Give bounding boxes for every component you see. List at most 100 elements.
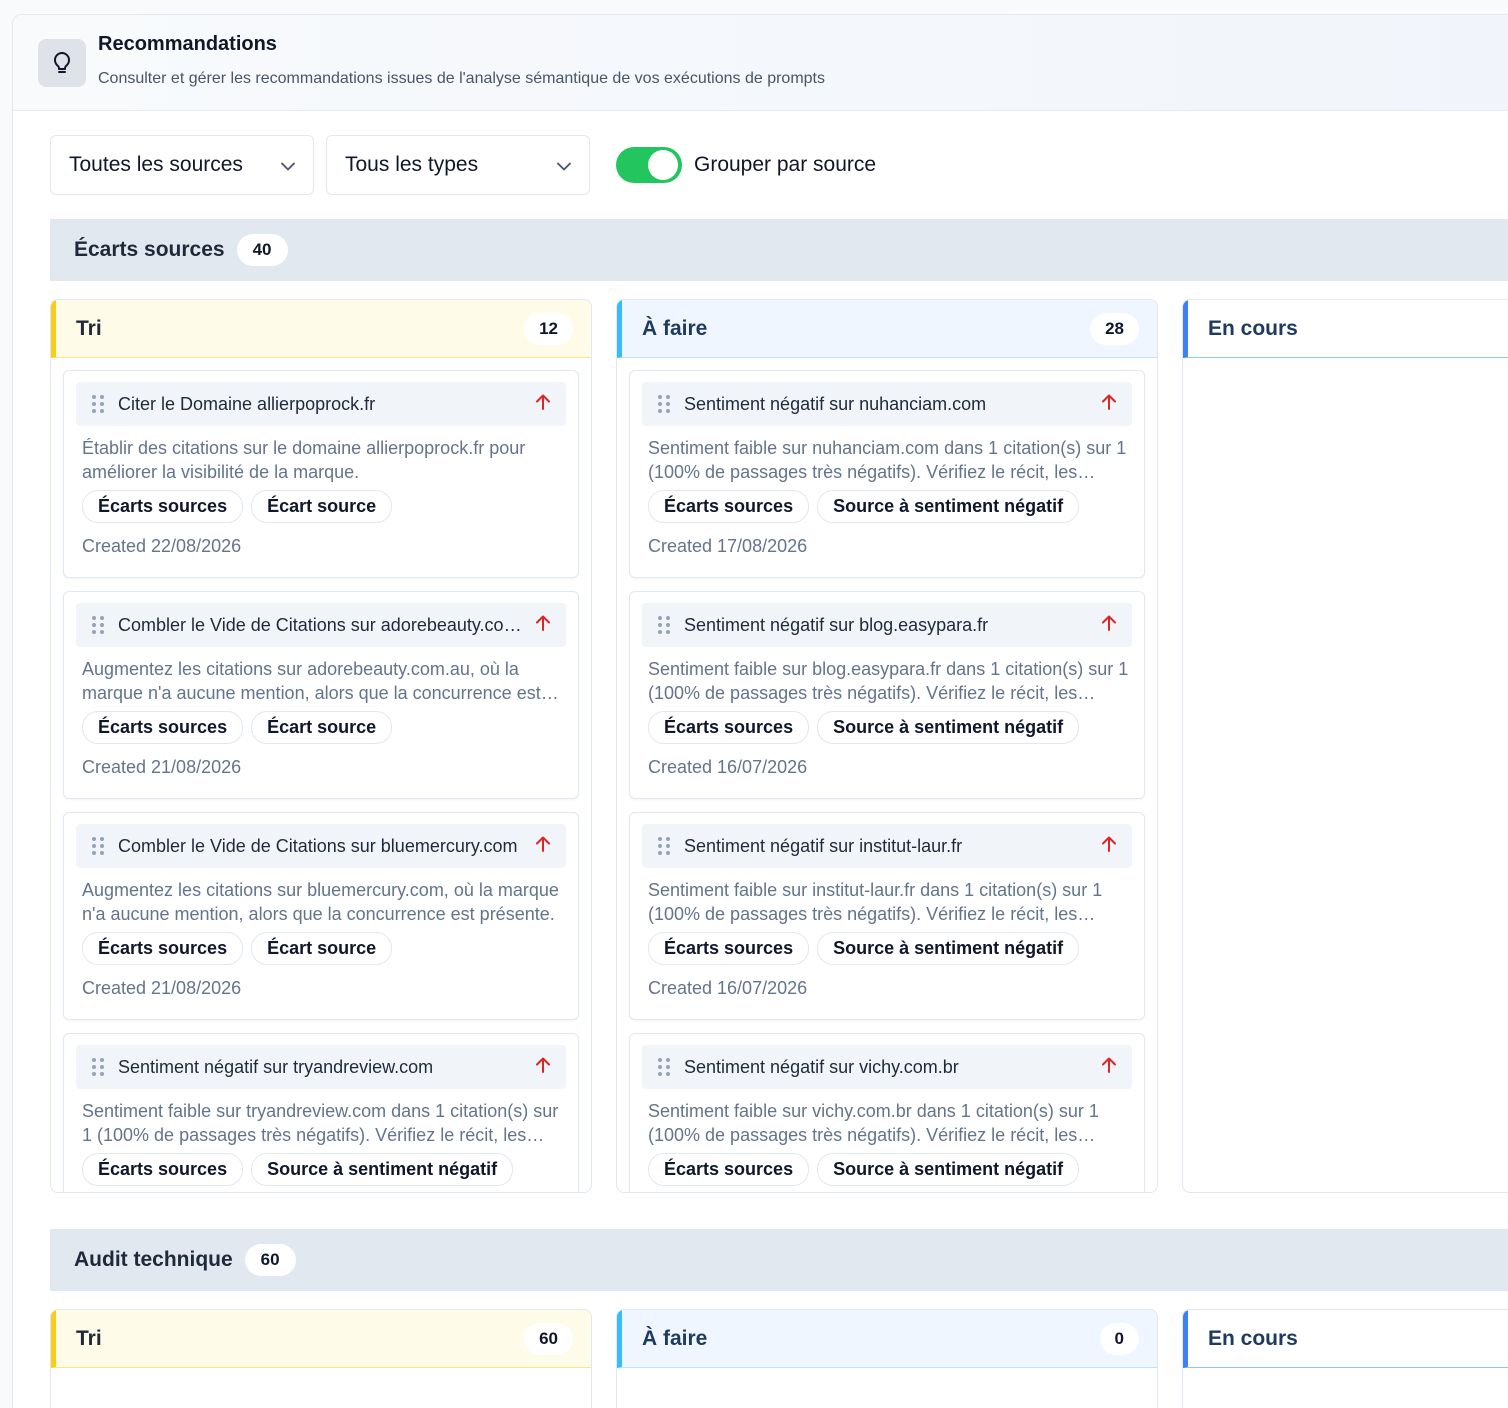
drag-handle-icon[interactable] (92, 837, 104, 855)
recommendation-card[interactable]: Sentiment négatif sur institut-laur.fr Se… (629, 812, 1145, 1020)
card-description: Sentiment faible sur institut-laur.fr da… (648, 880, 1103, 924)
tag-badge: Écarts sources (82, 932, 244, 965)
card-created-date: Created 16/07/2026 (648, 757, 808, 777)
card-tags: Écarts sources Écart source (82, 490, 400, 523)
recommendations-panel: Recommandations Consulter et gérer les r… (12, 14, 1508, 1408)
card-title[interactable]: Citer le Domaine allierpoprock.fr (118, 394, 524, 415)
column-count-badge: 60 (524, 1322, 573, 1355)
drag-handle-icon[interactable] (92, 395, 104, 413)
card-tags: Écarts sources Écart source (82, 932, 400, 965)
card-header: Sentiment négatif sur institut-laur.fr (642, 824, 1132, 868)
column-title: Tri (76, 316, 102, 340)
tag-badge: Écarts sources (82, 711, 244, 744)
card-tags: Écarts sources Source à sentiment négatif (648, 490, 1087, 523)
card-header: Sentiment négatif sur tryandreview.com (76, 1045, 566, 1089)
card-tags: Écarts sources Source à sentiment négatif (648, 1153, 1087, 1186)
card-tags: Écarts sources Source à sentiment négatif (648, 932, 1087, 965)
card-description: Établir des citations sur le domaine all… (82, 438, 526, 482)
card-description: Sentiment faible sur tryandreview.com da… (82, 1101, 559, 1145)
column-count-badge: 12 (524, 312, 573, 345)
source-filter-select[interactable]: Toutes les sources (50, 135, 314, 195)
card-description: Sentiment faible sur blog.easypara.fr da… (648, 659, 1129, 703)
group-header[interactable]: Écarts sources 40 (50, 219, 1508, 281)
drag-handle-icon[interactable] (92, 616, 104, 634)
column-title: En cours (1208, 1326, 1298, 1350)
column-title: À faire (642, 316, 708, 340)
priority-high-icon (532, 836, 554, 857)
tag-badge: Source à sentiment négatif (251, 1153, 514, 1186)
column-header-encours: En cours (1183, 300, 1508, 358)
recommendation-card[interactable]: Combler le Vide de Citations sur adorebe… (63, 591, 579, 799)
card-header: Combler le Vide de Citations sur bluemer… (76, 824, 566, 868)
card-created-date: Created 21/08/2026 (82, 978, 242, 998)
tag-badge: Écart source (251, 490, 393, 523)
column-title: À faire (642, 1326, 708, 1350)
recommendation-card[interactable]: Combler le Vide de Citations sur bluemer… (63, 812, 579, 1020)
column-count-badge: 0 (1099, 1322, 1139, 1355)
column-tri: Tri 60 (50, 1309, 592, 1408)
column-encours: En cours (1182, 1309, 1508, 1408)
recommendation-card[interactable]: Sentiment négatif sur blog.easypara.fr Se… (629, 591, 1145, 799)
column-header-afaire: À faire 28 (617, 300, 1157, 358)
recommendation-card[interactable]: Sentiment négatif sur nuhanciam.com Senti… (629, 370, 1145, 578)
type-filter-select[interactable]: Tous les types (326, 135, 590, 195)
column-tri: Tri 12 Citer le Domaine allierpoprock.fr Ét… (50, 299, 592, 1193)
group-count-badge: 40 (236, 234, 288, 266)
card-tags: Écarts sources Source à sentiment négatif (82, 1153, 521, 1186)
page-subtitle: Consulter et gérer les recommandations i… (98, 70, 825, 87)
group-header[interactable]: Audit technique 60 (50, 1229, 1508, 1291)
drag-handle-icon[interactable] (658, 616, 670, 634)
priority-high-icon (1098, 1057, 1120, 1078)
card-tags: Écarts sources Source à sentiment négatif (648, 711, 1087, 744)
priority-high-icon (532, 1057, 554, 1078)
column-header-afaire: À faire 0 (617, 1310, 1157, 1368)
priority-high-icon (1098, 836, 1120, 857)
card-title[interactable]: Sentiment négatif sur institut-laur.fr (684, 836, 1090, 857)
drag-handle-icon[interactable] (658, 837, 670, 855)
card-created-date: Created 16/07/2026 (648, 978, 808, 998)
card-title[interactable]: Sentiment négatif sur nuhanciam.com (684, 394, 1090, 415)
card-title[interactable]: Combler le Vide de Citations sur bluemer… (118, 836, 524, 857)
card-header: Sentiment négatif sur nuhanciam.com (642, 382, 1132, 426)
group-by-source-label: Grouper par source (694, 153, 877, 176)
tag-badge: Écarts sources (82, 1153, 244, 1186)
tag-badge: Écart source (251, 711, 393, 744)
card-created-date: Created 22/08/2026 (82, 536, 242, 556)
recommendation-card[interactable]: Sentiment négatif sur vichy.com.br Sentim… (629, 1033, 1145, 1192)
card-title[interactable]: Combler le Vide de Citations sur adorebe… (118, 615, 524, 636)
tag-badge: Écarts sources (648, 711, 810, 744)
card-header: Citer le Domaine allierpoprock.fr (76, 382, 566, 426)
group-title: Audit technique (74, 1248, 233, 1271)
tag-badge: Écarts sources (648, 490, 810, 523)
recommendation-card[interactable]: Citer le Domaine allierpoprock.fr Établir… (63, 370, 579, 578)
group-by-source-toggle[interactable] (616, 147, 682, 183)
priority-high-icon (532, 394, 554, 415)
priority-high-icon (532, 615, 554, 636)
card-header: Sentiment négatif sur blog.easypara.fr (642, 603, 1132, 647)
column-encours: En cours (1182, 299, 1508, 1193)
drag-handle-icon[interactable] (92, 1058, 104, 1076)
column-count-badge: 28 (1090, 312, 1139, 345)
drag-handle-icon[interactable] (658, 1058, 670, 1076)
chevron-down-icon (557, 153, 571, 177)
card-description: Augmentez les citations sur bluemercury.… (82, 880, 559, 924)
card-title[interactable]: Sentiment négatif sur tryandreview.com (118, 1057, 524, 1078)
card-tags: Écarts sources Écart source (82, 711, 400, 744)
tag-badge: Source à sentiment négatif (817, 711, 1080, 744)
column-afaire: À faire 28 Sentiment négatif sur nuhanciam… (616, 299, 1158, 1193)
card-description: Sentiment faible sur nuhanciam.com dans … (648, 438, 1127, 482)
column-title: Tri (76, 1326, 102, 1350)
tag-badge: Écarts sources (648, 932, 810, 965)
card-title[interactable]: Sentiment négatif sur blog.easypara.fr (684, 615, 1090, 636)
recommendation-card[interactable]: Sentiment négatif sur tryandreview.com Se… (63, 1033, 579, 1192)
page-title: Recommandations (98, 33, 277, 55)
column-header-tri: Tri 60 (51, 1310, 591, 1368)
tag-badge: Source à sentiment négatif (817, 932, 1080, 965)
column-header-encours: En cours (1183, 1310, 1508, 1368)
tag-badge: Écarts sources (648, 1153, 810, 1186)
column-header-tri: Tri 12 (51, 300, 591, 358)
drag-handle-icon[interactable] (658, 395, 670, 413)
source-filter-value: Toutes les sources (69, 153, 243, 176)
card-title[interactable]: Sentiment négatif sur vichy.com.br (684, 1057, 1090, 1078)
column-afaire: À faire 0 (616, 1309, 1158, 1408)
